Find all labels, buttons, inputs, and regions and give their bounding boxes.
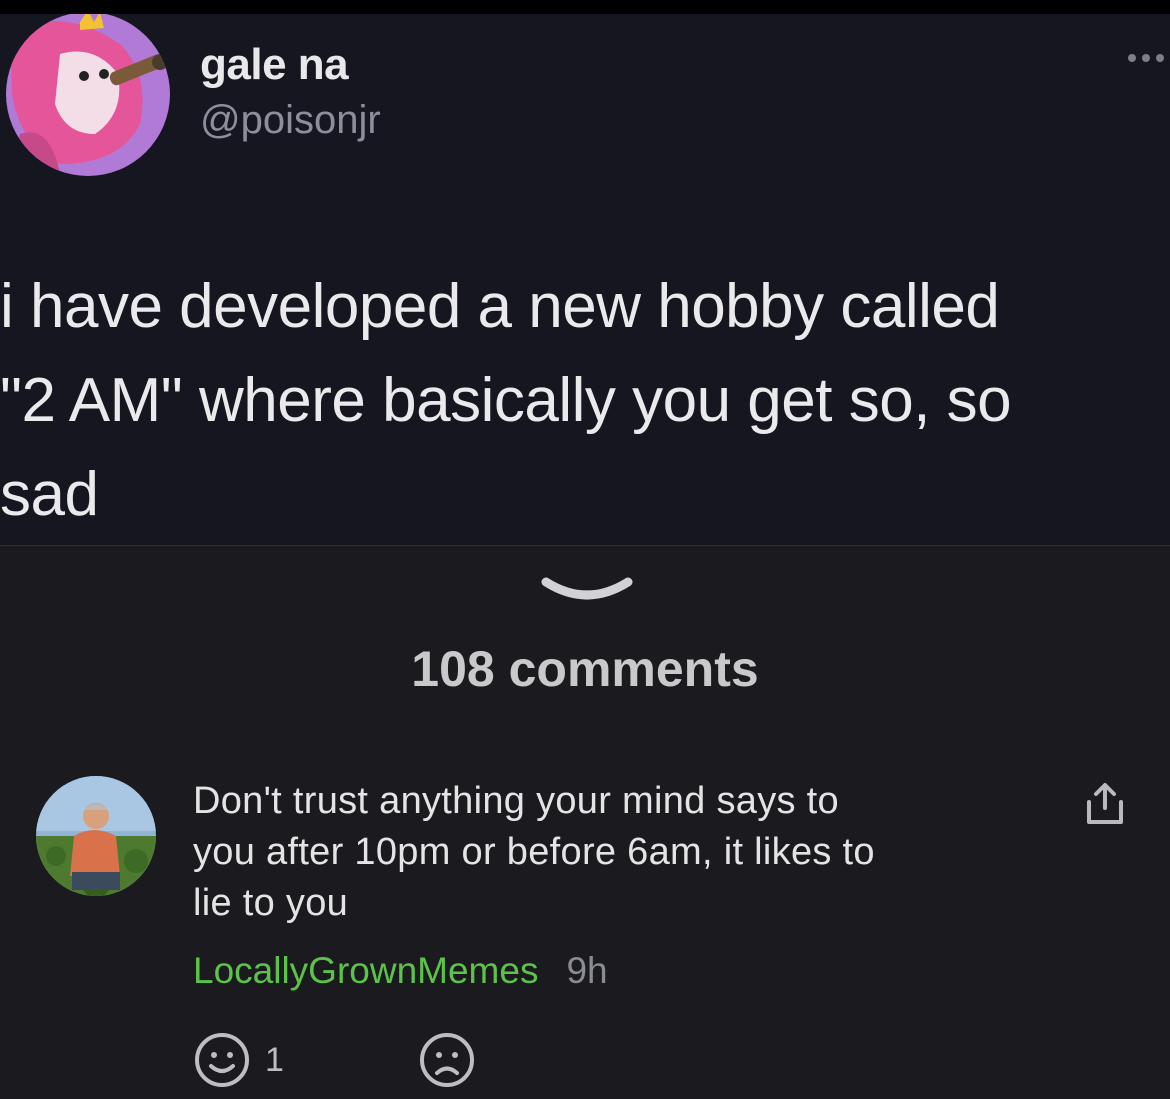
reaction-bar: 1 [193, 1030, 476, 1090]
share-icon[interactable] [1081, 782, 1129, 826]
tweet-handle[interactable]: @poisonjr [200, 98, 381, 143]
dot [1128, 54, 1136, 62]
smiley-count: 1 [265, 1040, 284, 1079]
comment-author[interactable]: LocallyGrownMemes [193, 950, 538, 992]
comment-time: 9h [566, 950, 608, 991]
status-strip [0, 0, 1170, 14]
embedded-tweet: gale na @poisonjr i have developed a new… [0, 14, 1170, 546]
frown-icon[interactable] [418, 1031, 476, 1089]
dot [1142, 54, 1150, 62]
comment-text: Don't trust anything your mind says to y… [193, 780, 875, 924]
tweet-display-name[interactable]: gale na [200, 40, 349, 90]
comments-count: 108 comments [411, 641, 759, 697]
comment-meta: LocallyGrownMemes 9h [193, 950, 608, 992]
tweet-avatar[interactable] [0, 14, 176, 176]
dot [1156, 54, 1164, 62]
tweet-text: i have developed a new hobby called "2 A… [0, 272, 1012, 529]
smiley-icon[interactable] [193, 1031, 251, 1089]
more-dots-icon[interactable] [1128, 54, 1164, 62]
commenter-avatar[interactable] [36, 776, 156, 896]
chevron-down-icon[interactable] [540, 574, 634, 608]
